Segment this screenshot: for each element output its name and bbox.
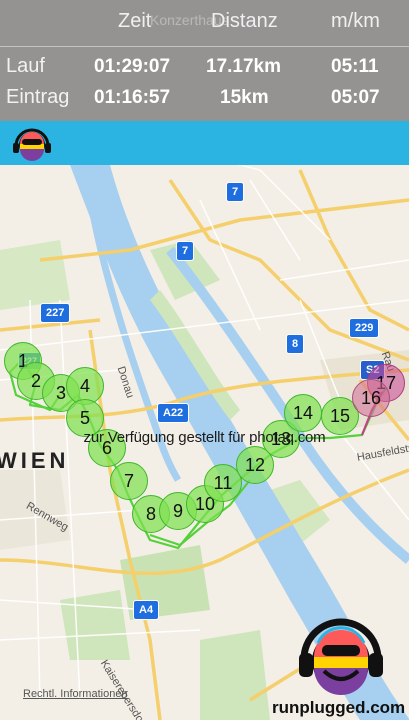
run-time: 01:29:07 bbox=[94, 56, 171, 77]
row-label-run: Lauf bbox=[6, 55, 45, 77]
road-shield-7b: 7 bbox=[176, 241, 195, 261]
entry-pace: 05:07 bbox=[331, 87, 380, 108]
run-stats-panel: Zeit Konzerthaus Distanz m/km Lauf 01:29… bbox=[0, 0, 409, 121]
run-pace: 05:11 bbox=[331, 56, 379, 77]
run-distance: 17.17km bbox=[206, 56, 282, 77]
route-marker-7[interactable]: 7 bbox=[110, 462, 148, 500]
column-header-pace: m/km bbox=[331, 10, 380, 32]
road-shield-a22: A22 bbox=[157, 403, 190, 423]
column-header-distance: Distanz bbox=[211, 10, 278, 32]
column-header-time: Zeit bbox=[118, 10, 152, 32]
site-url: runplugged.com bbox=[272, 698, 406, 717]
row-label-entry: Eintrag bbox=[6, 86, 70, 108]
road-shield-229: 229 bbox=[349, 318, 380, 338]
legal-info-link[interactable]: Rechtl. Informationen bbox=[23, 688, 128, 700]
road-shield-a4: A4 bbox=[133, 600, 160, 620]
road-shield-7a: 7 bbox=[226, 182, 245, 202]
watermark-text: zur Verfügung gestellt für photaq.com bbox=[83, 429, 326, 446]
road-shield-8: 8 bbox=[286, 334, 305, 354]
route-marker-16[interactable]: 16 bbox=[352, 379, 390, 417]
brand-bar bbox=[0, 121, 409, 165]
map-city-label: WIEN bbox=[0, 448, 70, 473]
route-marker-14[interactable]: 14 bbox=[284, 394, 322, 432]
header-divider bbox=[0, 46, 409, 47]
road-shield-227: 227 bbox=[40, 303, 71, 323]
entry-distance: 15km bbox=[220, 87, 269, 108]
runplugged-logo-large-icon bbox=[299, 618, 383, 695]
entry-time: 01:16:57 bbox=[94, 87, 171, 108]
runplugged-logo-icon[interactable] bbox=[12, 126, 52, 162]
